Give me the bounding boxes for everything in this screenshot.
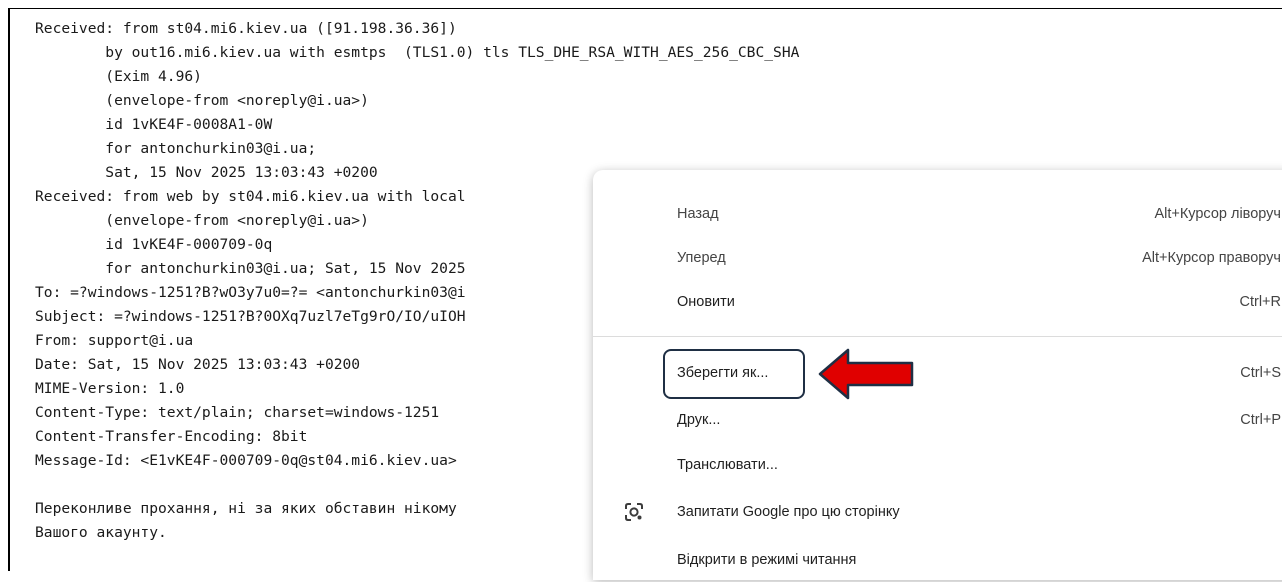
menu-item-shortcut: Ctrl+S — [1240, 365, 1281, 381]
menu-item-forward[interactable]: Уперед Alt+Курсор праворуч — [593, 236, 1282, 280]
menu-item-back[interactable]: Назад Alt+Курсор ліворуч — [593, 192, 1282, 236]
menu-item-shortcut: Alt+Курсор праворуч — [1142, 250, 1281, 266]
menu-separator — [593, 336, 1282, 337]
frame-top-border — [8, 8, 1282, 9]
menu-item-reload[interactable]: Оновити Ctrl+R — [593, 280, 1282, 324]
red-arrow-icon — [818, 348, 914, 400]
source-line: (envelope-from <noreply@i.ua>) — [35, 92, 369, 109]
save-as-highlight-box — [663, 349, 805, 399]
menu-item-shortcut: Ctrl+P — [1240, 412, 1281, 428]
menu-item-cast[interactable]: Транслювати... — [593, 443, 1282, 487]
menu-item-shortcut: Alt+Курсор ліворуч — [1154, 206, 1281, 222]
menu-item-label: Друк... — [677, 412, 721, 428]
menu-item-reading-mode[interactable]: Відкрити в режимі читання — [593, 538, 1282, 582]
source-line: by out16.mi6.kiev.ua with esmtps (TLS1.0… — [35, 44, 800, 61]
source-line: (Exim 4.96) — [35, 68, 202, 85]
menu-item-label: Транслювати... — [677, 457, 778, 473]
menu-item-print[interactable]: Друк... Ctrl+P — [593, 398, 1282, 442]
menu-item-label: Уперед — [677, 250, 726, 266]
menu-item-label: Оновити — [677, 294, 735, 310]
frame-left-border — [8, 8, 10, 571]
source-line: id 1vKE4F-0008A1-0W — [35, 116, 273, 133]
menu-item-label: Запитати Google про цю сторінку — [677, 504, 900, 520]
google-lens-icon — [625, 503, 643, 521]
menu-item-label: Відкрити в режимі читання — [677, 552, 857, 568]
menu-item-ask-google[interactable]: Запитати Google про цю сторінку — [593, 490, 1282, 534]
menu-item-label: Назад — [677, 206, 719, 222]
source-line: Received: from st04.mi6.kiev.ua ([91.198… — [35, 20, 457, 37]
source-line: for antonchurkin03@i.ua; — [35, 140, 317, 157]
menu-item-shortcut: Ctrl+R — [1239, 294, 1282, 310]
